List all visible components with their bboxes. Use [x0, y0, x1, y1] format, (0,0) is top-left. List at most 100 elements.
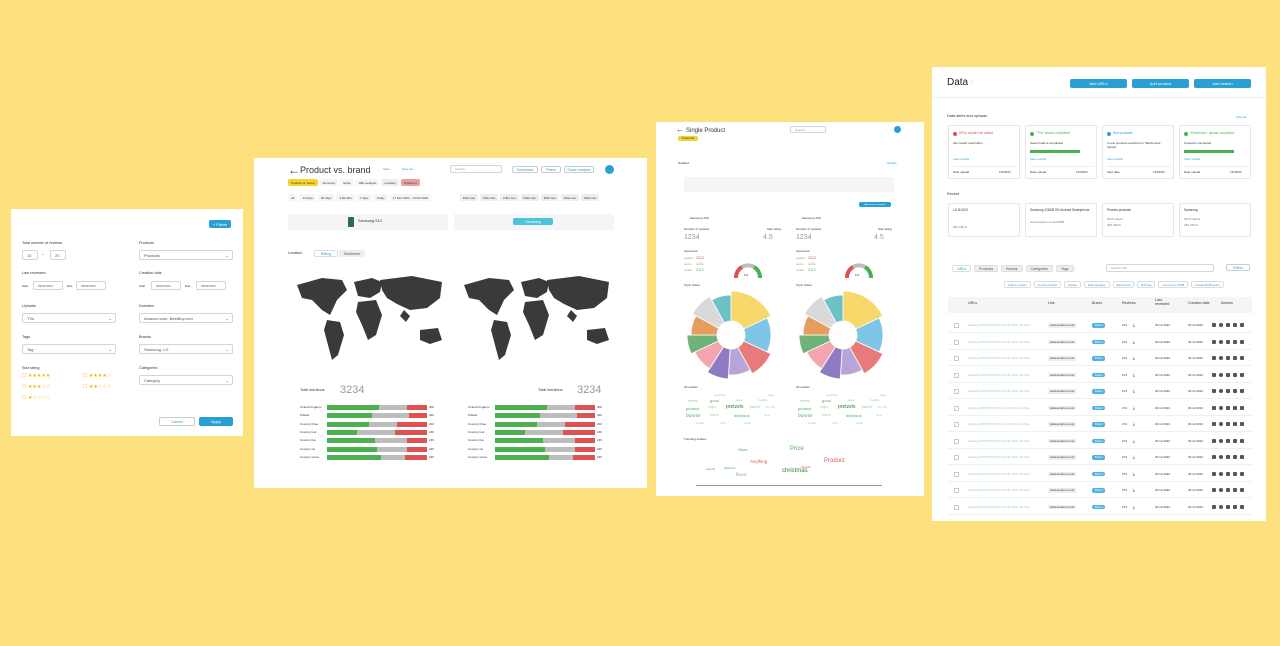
download-icon[interactable]: ⤓ [1133, 471, 1135, 476]
cloud-icon[interactable] [1212, 488, 1216, 492]
delete-icon[interactable] [1240, 356, 1244, 360]
link-icon[interactable] [1233, 471, 1237, 476]
settings-icon[interactable] [1219, 471, 1223, 476]
download-icon[interactable]: ⤓ [1133, 405, 1135, 410]
row-url[interactable]: Samsung 55TU7020 55 inch 4K Ultra HD Sma [968, 456, 1030, 459]
settings-icon[interactable] [1219, 422, 1223, 426]
row-url[interactable]: Samsung 55TU7020 55 inch 4K Ultra HD Sma [968, 406, 1030, 410]
row-link[interactable]: www.amazon.co.uk [1048, 504, 1077, 510]
delete-icon[interactable] [1240, 455, 1244, 459]
grid-icon[interactable] [1226, 339, 1230, 344]
download-icon[interactable]: ⤓ [1133, 488, 1135, 492]
brands-select[interactable]: Samsung, LG ⌄ [139, 344, 233, 354]
cloud-icon[interactable] [1212, 339, 1216, 344]
link-icon[interactable] [1233, 405, 1237, 410]
cloud-icon[interactable] [1212, 471, 1216, 476]
add-urls-button[interactable]: Add URLs [1070, 79, 1127, 88]
settings-icon[interactable] [1219, 339, 1223, 344]
alert-card[interactable]: URLs couldn't be added We couldn't add UR… [948, 125, 1020, 179]
save-as-button[interactable]: Save As [402, 168, 413, 171]
table-row[interactable]: Samsung 55TU7020 55 inch 4K Ultra HD Sma… [948, 369, 1252, 383]
range-chip-6[interactable]: 17 Dec 2021 – 3 Feb 2022 [389, 194, 432, 201]
grid-icon[interactable] [1226, 422, 1230, 426]
table-row[interactable]: Samsung 55TU7020 55 inch 4K Ultra HD Sma… [948, 468, 1252, 482]
link-icon[interactable] [1233, 356, 1237, 360]
row-checkbox[interactable] [954, 455, 959, 460]
row-url[interactable]: Samsung 55TU7020 55 inch 4K Ultra HD Sma [968, 340, 1030, 344]
row-checkbox[interactable] [954, 405, 959, 411]
uploads-select[interactable]: TVs ⌄ [22, 313, 116, 323]
settings-icon[interactable] [1219, 405, 1223, 410]
alert-link[interactable]: View results [1107, 158, 1123, 161]
row-checkbox[interactable] [954, 372, 959, 378]
tab-2[interactable]: Entity [340, 179, 354, 186]
grid-icon[interactable] [1226, 488, 1230, 492]
row-link[interactable]: www.amazon.co.uk [1048, 422, 1077, 427]
settings-icon[interactable] [1219, 455, 1223, 459]
download-icon[interactable]: ⤓ [1133, 389, 1135, 393]
highlight-chip[interactable]: Product title [678, 136, 698, 141]
alert-link[interactable]: View results [1030, 158, 1046, 161]
download-icon[interactable]: ⤓ [1133, 339, 1135, 344]
delete-icon[interactable] [1240, 323, 1244, 327]
column-header[interactable]: Reviews [1122, 301, 1144, 306]
data-filters-button[interactable]: Filters [1226, 264, 1250, 271]
row-checkbox[interactable] [954, 389, 959, 394]
avatar[interactable] [605, 165, 614, 174]
add-product-button[interactable]: Add product [1132, 79, 1189, 88]
end-date-input[interactable]: 09/01/2021 [76, 281, 106, 290]
range-chip-1[interactable]: 14 days [299, 194, 316, 201]
row-link[interactable]: www.amazon.co.uk [1048, 471, 1077, 477]
delete-icon[interactable] [1240, 471, 1244, 476]
star-option-2[interactable]: ☐ ★★☆☆☆ [83, 385, 111, 390]
table-row[interactable]: Samsung 55TU7020 55 inch 4K Ultra HD Sma… [948, 501, 1252, 515]
grid-icon[interactable] [1226, 372, 1230, 377]
download-icon[interactable]: ⤓ [1133, 372, 1135, 377]
table-row[interactable]: Samsung 55TU7020 55 inch 4K Ultra HD Sma… [948, 451, 1252, 465]
star-option-3[interactable]: ☐ ★★★☆☆ [22, 385, 50, 390]
row-link[interactable]: www.amazon.co.uk [1048, 438, 1077, 444]
add-search-button[interactable]: Add search [1194, 79, 1251, 88]
avatar[interactable] [894, 126, 901, 133]
row-url[interactable]: Samsung 55TU7020 55 inch 4K Ultra HD Sma [968, 390, 1030, 393]
range-chip-2[interactable]: 30 days [317, 194, 335, 201]
download-icon[interactable]: ⤓ [1133, 455, 1135, 459]
row-url[interactable]: Samsung 55TU7020 55 inch 4K Ultra HD Sma [968, 439, 1030, 443]
products-select[interactable]: Products ⌄ [139, 250, 233, 260]
delete-icon[interactable] [1240, 438, 1244, 443]
table-row[interactable]: Samsung 55TU7020 55 inch 4K Ultra HD Sma… [948, 484, 1252, 498]
link-icon[interactable] [1233, 438, 1237, 443]
filter-chip-1[interactable]: Filter two [480, 194, 499, 201]
sentiment-tab[interactable]: Sentiment [339, 250, 365, 257]
link-icon[interactable] [1233, 323, 1237, 327]
recent-card[interactable]: LG B1XXX 283 URLS [948, 203, 1020, 237]
action-button-4[interactable]: Edit brand [1112, 281, 1135, 288]
link-icon[interactable] [1233, 339, 1237, 344]
grid-icon[interactable] [1226, 389, 1230, 393]
alert-link[interactable]: View results [953, 158, 969, 161]
row-checkbox[interactable] [954, 471, 959, 477]
alert-card[interactable]: New products 3 new products searched in "… [1102, 125, 1174, 179]
grid-icon[interactable] [1226, 455, 1230, 459]
table-row[interactable]: Samsung 55TU7020 55 inch 4K Ultra HD Sma… [948, 402, 1252, 416]
link-icon[interactable] [1233, 455, 1237, 459]
data-tab-0[interactable]: URLs [952, 265, 971, 272]
settings-icon[interactable] [1219, 323, 1223, 327]
data-tab-4[interactable]: Tags [1055, 265, 1074, 272]
filter-chip-5[interactable]: Filter two [560, 194, 580, 201]
tab-5[interactable]: Product 2 [400, 179, 420, 186]
column-header[interactable]: URLs [968, 301, 990, 306]
tab-4[interactable]: Location [381, 179, 399, 186]
grid-icon[interactable] [1226, 323, 1230, 327]
action-button-5[interactable]: Edit tag [1137, 281, 1156, 288]
row-checkbox[interactable] [954, 504, 959, 510]
row-checkbox[interactable] [954, 422, 959, 427]
settings-icon[interactable] [1219, 504, 1223, 509]
range-chip-3[interactable]: 3 Months [336, 194, 355, 201]
row-checkbox[interactable] [954, 339, 959, 345]
action-button-0[interactable]: Add to project [1004, 281, 1031, 288]
table-row[interactable]: Samsung 55TU7020 55 inch 4K Ultra HD Sma… [948, 336, 1252, 350]
row-link[interactable]: www.amazon.co.uk [1048, 339, 1077, 345]
link-icon[interactable] [1233, 504, 1237, 509]
row-url[interactable]: Samsung 55TU7020 55 inch 4K Ultra HD Sma [968, 472, 1030, 476]
